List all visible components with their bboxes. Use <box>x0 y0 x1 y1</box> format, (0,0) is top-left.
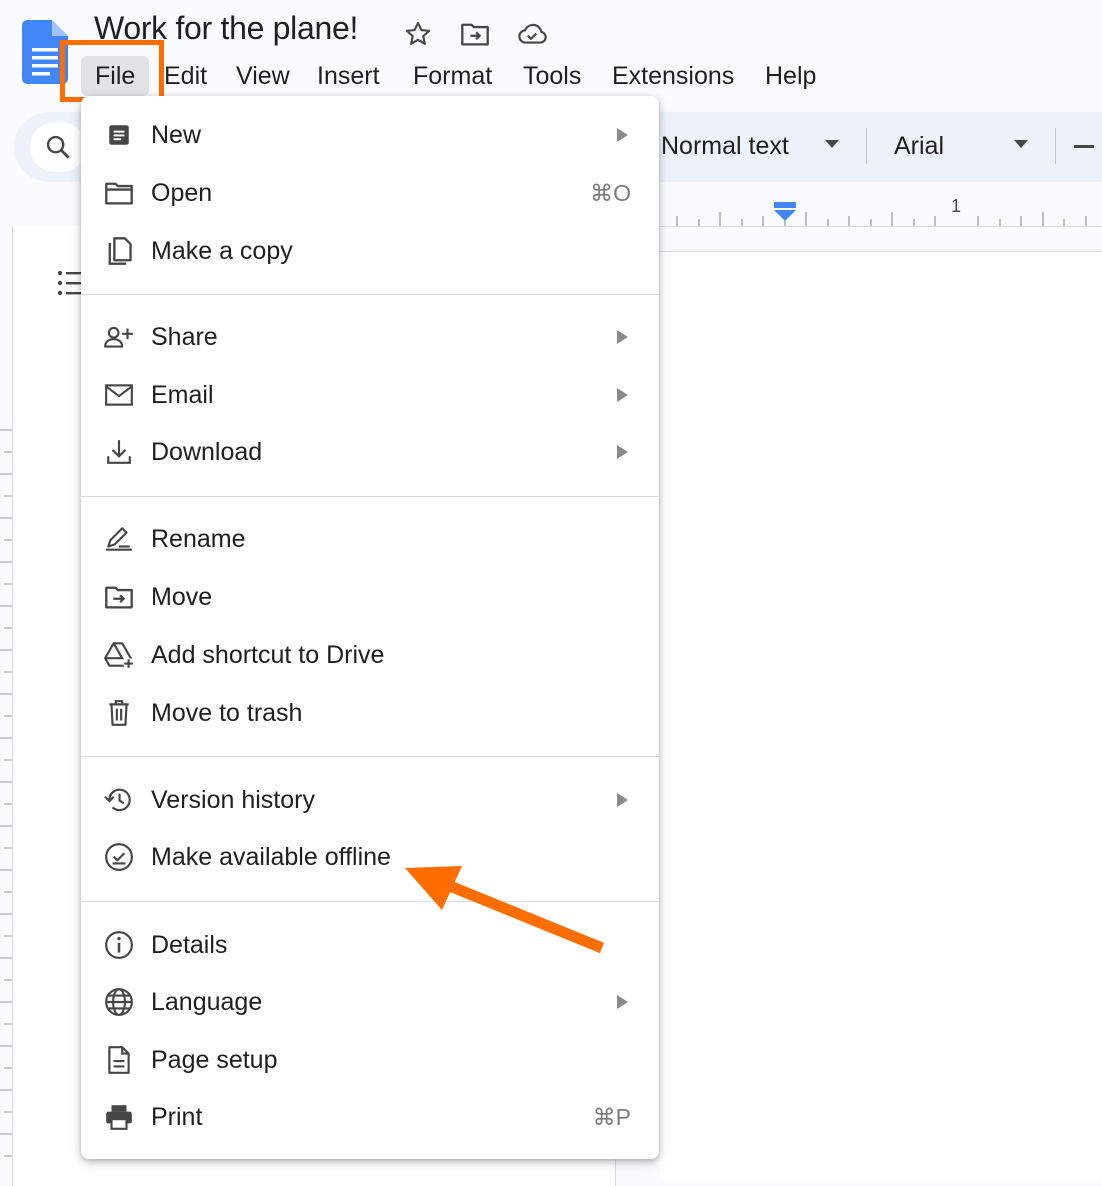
menu-edit[interactable]: Edit <box>164 56 207 96</box>
file-menu-dropdown: New Open ⌘O Make a copy Share Email Down… <box>81 96 659 1159</box>
submenu-arrow-icon <box>617 445 628 459</box>
star-icon[interactable] <box>402 18 434 50</box>
move-folder-icon <box>103 581 135 613</box>
menu-item-make-a-copy[interactable]: Make a copy <box>81 223 659 279</box>
menu-item-label: Share <box>151 323 218 351</box>
menu-divider <box>81 756 659 757</box>
menu-item-label: Download <box>151 438 263 466</box>
document-page-area[interactable] <box>660 252 1102 1180</box>
menu-item-page-setup[interactable]: Page setup <box>81 1032 659 1088</box>
vertical-ruler[interactable] <box>0 420 12 1180</box>
menu-divider <box>81 496 659 497</box>
horizontal-ruler[interactable] <box>660 196 1102 226</box>
menu-item-rename[interactable]: Rename <box>81 511 659 567</box>
toolbar-divider <box>866 128 867 164</box>
offline-check-icon <box>103 841 135 873</box>
print-icon <box>103 1101 135 1133</box>
menu-item-label: Details <box>151 931 228 959</box>
ruler-number: 1 <box>951 196 962 216</box>
chevron-down-icon[interactable] <box>1014 140 1028 148</box>
menu-item-add-shortcut-to-drive[interactable]: Add shortcut to Drive <box>81 627 659 683</box>
menu-item-label: New <box>151 121 202 149</box>
trash-icon <box>103 697 135 729</box>
toolbar-divider <box>1055 128 1056 164</box>
shortcut-label: ⌘P <box>592 1104 631 1130</box>
submenu-arrow-icon <box>617 128 628 142</box>
menu-item-new[interactable]: New <box>81 107 659 163</box>
history-icon <box>103 784 135 816</box>
document-icon <box>103 119 135 151</box>
globe-icon <box>103 986 135 1018</box>
menu-item-label: Rename <box>151 525 246 553</box>
rename-icon <box>103 523 135 555</box>
menu-item-make-available-offline[interactable]: Make available offline <box>81 829 659 885</box>
menu-format[interactable]: Format <box>413 56 492 96</box>
folder-icon <box>103 177 135 209</box>
menu-item-label: Print <box>151 1103 203 1131</box>
menu-item-label: Add shortcut to Drive <box>151 641 385 669</box>
menu-item-label: Move <box>151 583 213 611</box>
menu-view[interactable]: View <box>236 56 290 96</box>
submenu-arrow-icon <box>617 793 628 807</box>
decrease-font-size-icon[interactable] <box>1074 145 1094 148</box>
menu-item-move-to-trash[interactable]: Move to trash <box>81 685 659 741</box>
menu-item-label: Language <box>151 988 263 1016</box>
menu-item-label: Move to trash <box>151 699 303 727</box>
indent-marker-icon[interactable] <box>774 202 796 222</box>
person-add-icon <box>103 321 135 353</box>
menu-item-label: Page setup <box>151 1046 278 1074</box>
menu-item-print[interactable]: Print ⌘P <box>81 1089 659 1145</box>
font-select[interactable]: Arial <box>894 126 944 166</box>
menu-item-label: Open <box>151 179 213 207</box>
menu-divider <box>81 294 659 295</box>
download-icon <box>103 436 135 468</box>
search-icon <box>46 135 70 159</box>
shortcut-label: ⌘O <box>590 180 631 206</box>
menu-item-label: Make a copy <box>151 237 293 265</box>
ruler-baseline <box>660 226 1102 227</box>
menu-item-details[interactable]: Details <box>81 917 659 973</box>
menu-item-label: Version history <box>151 786 315 814</box>
drive-shortcut-icon <box>103 639 135 671</box>
menu-extensions[interactable]: Extensions <box>612 56 734 96</box>
cloud-saved-icon[interactable] <box>516 18 548 50</box>
menu-item-download[interactable]: Download <box>81 424 659 480</box>
submenu-arrow-icon <box>617 995 628 1009</box>
menu-item-language[interactable]: Language <box>81 974 659 1030</box>
menu-item-share[interactable]: Share <box>81 309 659 365</box>
menu-item-label: Email <box>151 381 214 409</box>
search-menus-button[interactable] <box>30 122 86 172</box>
menu-item-move[interactable]: Move <box>81 569 659 625</box>
move-to-folder-icon[interactable] <box>459 18 491 50</box>
menu-tools[interactable]: Tools <box>523 56 581 96</box>
menu-item-open[interactable]: Open ⌘O <box>81 165 659 221</box>
copy-icon <box>103 235 135 267</box>
menu-divider <box>81 901 659 902</box>
menu-help[interactable]: Help <box>765 56 816 96</box>
file-menu-highlight-box <box>60 40 164 102</box>
chevron-down-icon[interactable] <box>825 140 839 148</box>
page-setup-icon <box>103 1044 135 1076</box>
menu-insert[interactable]: Insert <box>317 56 380 96</box>
paragraph-style-select[interactable]: Normal text <box>661 126 789 166</box>
page-top-edge <box>660 251 1102 252</box>
mail-icon <box>103 379 135 411</box>
menu-item-label: Make available offline <box>151 843 391 871</box>
info-icon <box>103 929 135 961</box>
menu-item-version-history[interactable]: Version history <box>81 772 659 828</box>
submenu-arrow-icon <box>617 388 628 402</box>
submenu-arrow-icon <box>617 330 628 344</box>
menu-item-email[interactable]: Email <box>81 367 659 423</box>
